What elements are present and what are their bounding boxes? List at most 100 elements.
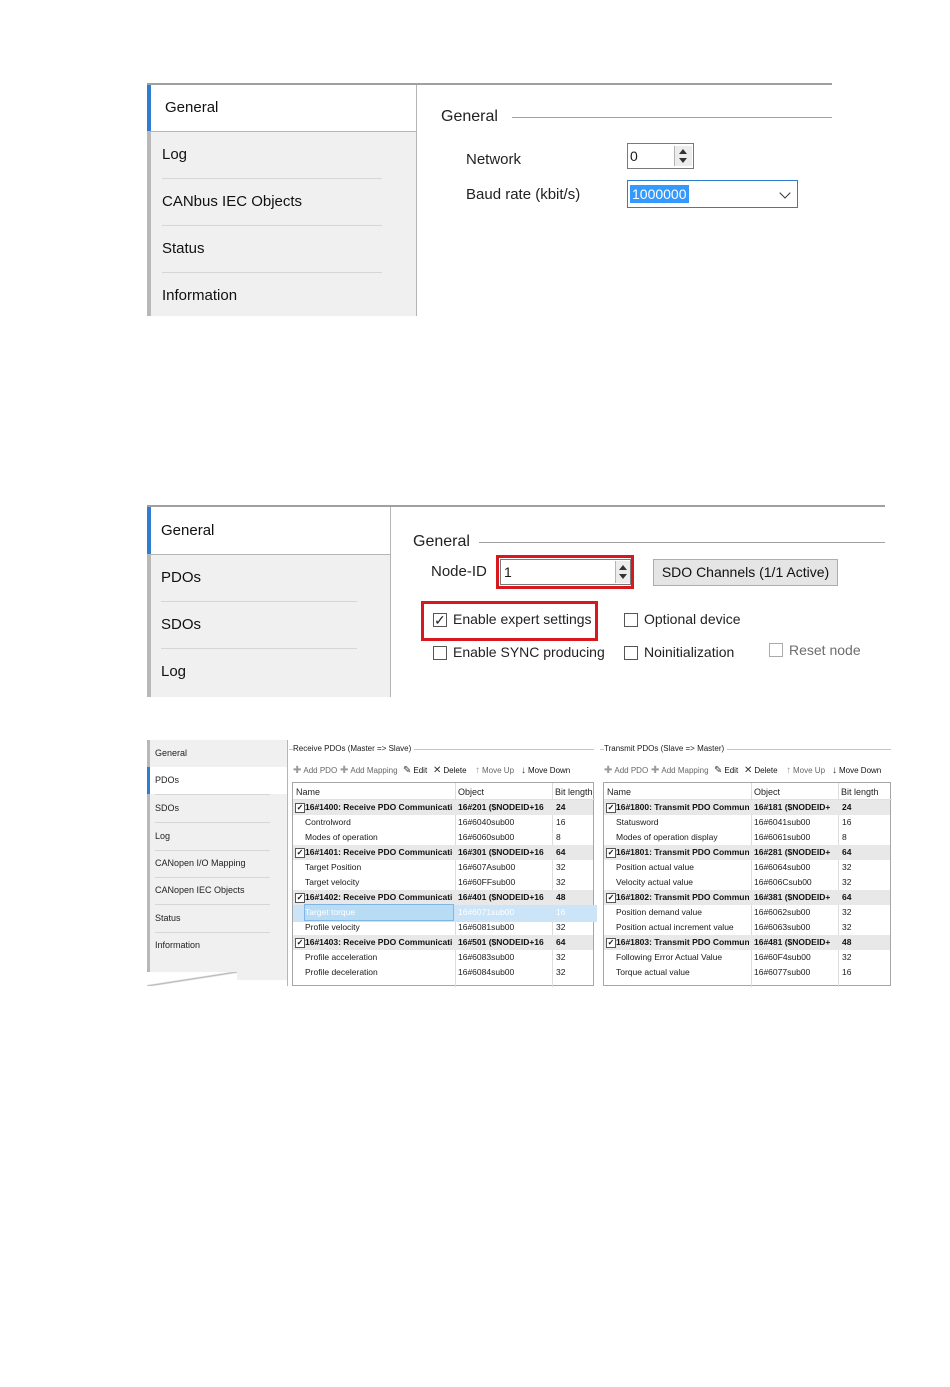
tab-log[interactable]: Log (151, 649, 390, 695)
table-row[interactable]: Profile acceleration 16#6083sub00 32 (293, 950, 593, 965)
edit-button[interactable]: ✎ Edit (403, 765, 427, 776)
button-label: Move Up (793, 766, 826, 775)
tab-canopen-iec-objects[interactable]: CANopen IEC Objects (150, 877, 287, 904)
object-cell: 16#381 ($NODEID+ (754, 892, 831, 902)
delete-button[interactable]: ✕ Delete (433, 765, 467, 776)
bit-length-cell: 32 (556, 922, 566, 932)
table-row[interactable]: Modes of operation 16#6060sub00 8 (293, 830, 593, 845)
table-row[interactable]: Following Error Actual Value 16#60F4sub00… (604, 950, 890, 965)
table-row[interactable]: Statusword 16#6041sub00 16 (604, 815, 890, 830)
object-cell: 16#6083sub00 (458, 952, 515, 962)
enable-expert-checkbox[interactable]: ✓ (433, 613, 447, 627)
tab-information[interactable]: Information (150, 932, 287, 959)
pdo-group-row[interactable]: ✓ 16#1401: Receive PDO Communicati 16#301 … (293, 845, 593, 860)
add-pdo-button[interactable]: ✚ Add PDO (293, 765, 337, 776)
network-value: 0 (630, 148, 638, 164)
tab-label: CANbus IEC Objects (162, 193, 303, 210)
column-header: Name (296, 787, 321, 797)
node-id-spinner[interactable]: 1 (500, 559, 631, 585)
network-stepper[interactable] (674, 146, 692, 166)
tab-information[interactable]: Information (151, 273, 416, 316)
bit-length-cell: 16 (842, 967, 852, 977)
row-checkbox[interactable]: ✓ (295, 803, 305, 813)
no-initialization-checkbox[interactable] (624, 646, 638, 660)
up-arrow-icon[interactable] (619, 565, 627, 570)
table-row[interactable]: Target velocity 16#60FFsub00 32 (293, 875, 593, 890)
baud-rate-select[interactable]: 1000000 (627, 180, 798, 208)
reset-node-checkbox[interactable] (769, 643, 783, 657)
group-line (512, 117, 832, 118)
tab-general[interactable]: General (147, 507, 390, 554)
name-cell: 16#1403: Receive PDO Communicati (305, 937, 453, 947)
table-row[interactable]: Position demand value 16#6062sub00 32 (604, 905, 890, 920)
row-checkbox[interactable]: ✓ (606, 803, 616, 813)
pdo-group-row[interactable]: ✓ 16#1802: Transmit PDO Commun 16#381 ($NO… (604, 890, 890, 905)
node-id-stepper[interactable] (615, 561, 630, 583)
pdo-group-row[interactable]: ✓ 16#1403: Receive PDO Communicati 16#501 … (293, 935, 593, 950)
table-row[interactable]: Torque actual value 16#6077sub00 16 (604, 965, 890, 980)
pdo-group-row[interactable]: ✓ 16#1801: Transmit PDO Commun 16#281 ($NO… (604, 845, 890, 860)
tab-canbus-iec-objects[interactable]: CANbus IEC Objects (151, 179, 416, 225)
name-cell: Modes of operation (305, 832, 378, 842)
sdo-channels-button[interactable]: SDO Channels (1/1 Active) (653, 559, 838, 586)
pencil-icon: ✎ (714, 765, 723, 776)
row-checkbox[interactable]: ✓ (606, 848, 616, 858)
tab-status[interactable]: Status (150, 905, 287, 932)
tab-sdos[interactable]: SDOs (151, 602, 390, 648)
tab-general[interactable]: General (147, 85, 416, 131)
pdo-group-row[interactable]: ✓ 16#1402: Receive PDO Communicati 16#401 … (293, 890, 593, 905)
tab-pdos[interactable]: PDOs (151, 555, 390, 601)
row-checkbox[interactable]: ✓ (295, 848, 305, 858)
name-cell: Modes of operation display (616, 832, 718, 842)
tab-pdos[interactable]: PDOs (147, 767, 288, 794)
down-arrow-icon[interactable] (679, 158, 687, 163)
optional-device-checkbox[interactable] (624, 613, 638, 627)
name-cell: Position actual value (616, 862, 694, 872)
pdo-group-row[interactable]: ✓ 16#1400: Receive PDO Communicati 16#201 … (293, 800, 593, 815)
row-checkbox[interactable]: ✓ (606, 893, 616, 903)
table-row[interactable]: Modes of operation display 16#6061sub00 8 (604, 830, 890, 845)
add-mapping-button[interactable]: ✚ Add Mapping (340, 765, 398, 776)
object-cell: 16#401 ($NODEID+16 (458, 892, 544, 902)
tab-label: SDOs (155, 803, 180, 813)
object-cell: 16#6084sub00 (458, 967, 515, 977)
pdo-group-row[interactable]: ✓ 16#1803: Transmit PDO Commun 16#481 ($NO… (604, 935, 890, 950)
delete-button[interactable]: ✕ Delete (744, 765, 778, 776)
move-up-button[interactable]: ↑ Move Up (475, 765, 514, 776)
row-checkbox[interactable]: ✓ (295, 893, 305, 903)
edit-button[interactable]: ✎ Edit (714, 765, 738, 776)
tab-sdos[interactable]: SDOs (150, 795, 287, 822)
pdo-group-row[interactable]: ✓ 16#1800: Transmit PDO Commun 16#181 ($NO… (604, 800, 890, 815)
up-arrow-icon[interactable] (679, 149, 687, 154)
tab-log[interactable]: Log (150, 823, 287, 850)
row-checkbox[interactable]: ✓ (606, 938, 616, 948)
button-label: Add Mapping (350, 766, 398, 775)
table-row[interactable]: Target Position 16#607Asub00 32 (293, 860, 593, 875)
add-mapping-button[interactable]: ✚ Add Mapping (651, 765, 709, 776)
table-row[interactable]: Position actual increment value 16#6063su… (604, 920, 890, 935)
row-checkbox[interactable]: ✓ (295, 938, 305, 948)
table-row[interactable]: Profile deceleration 16#6084sub00 32 (293, 965, 593, 980)
tab-log[interactable]: Log (151, 132, 416, 178)
node-id-value: 1 (504, 564, 512, 580)
tab-status[interactable]: Status (151, 226, 416, 272)
move-up-button[interactable]: ↑ Move Up (786, 765, 825, 776)
tab-canopen-i-o-mapping[interactable]: CANopen I/O Mapping (150, 850, 287, 877)
table-row[interactable]: Position actual value 16#6064sub00 32 (604, 860, 890, 875)
enable-sync-checkbox[interactable] (433, 646, 447, 660)
move-down-button[interactable]: ↓ Move Down (832, 765, 881, 776)
move-down-button[interactable]: ↓ Move Down (521, 765, 570, 776)
table-row[interactable]: Velocity actual value 16#606Csub00 32 (604, 875, 890, 890)
down-arrow-icon[interactable] (619, 574, 627, 579)
tab-label: CANopen IEC Objects (155, 885, 245, 895)
bit-length-cell: 32 (556, 862, 566, 872)
name-cell: 16#1801: Transmit PDO Commun (616, 847, 749, 857)
tab-general[interactable]: General (150, 740, 287, 767)
table-row[interactable]: Profile velocity 16#6081sub00 32 (293, 920, 593, 935)
network-spinner[interactable]: 0 (627, 143, 694, 169)
bit-length-cell: 24 (556, 802, 566, 812)
enable-expert-label: Enable expert settings (453, 611, 592, 627)
chevron-down-icon[interactable] (779, 187, 791, 199)
table-row[interactable]: Controlword 16#6040sub00 16 (293, 815, 593, 830)
add-pdo-button[interactable]: ✚ Add PDO (604, 765, 648, 776)
